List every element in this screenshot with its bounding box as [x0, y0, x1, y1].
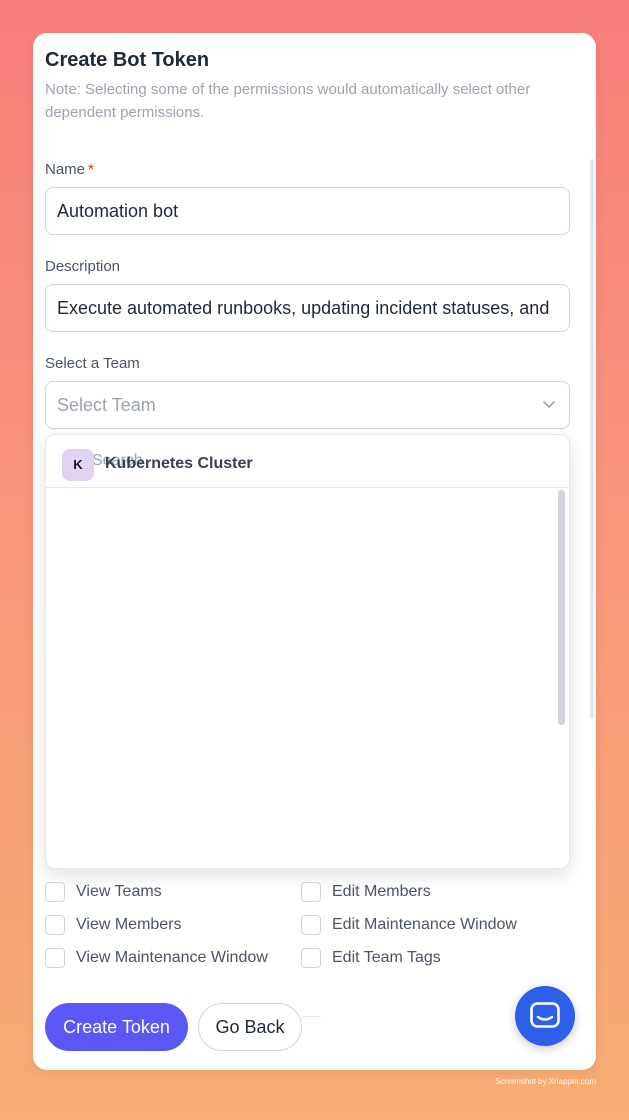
- permission-checkbox[interactable]: [301, 915, 321, 935]
- permission-checkbox[interactable]: [45, 948, 65, 968]
- dropdown-scrollbar[interactable]: [558, 490, 565, 725]
- permission-label: View Maintenance Window: [76, 949, 268, 966]
- chat-button[interactable]: [515, 986, 575, 1046]
- name-label: Name *: [45, 161, 94, 178]
- description-input[interactable]: Execute automated runbooks, updating inc…: [45, 284, 570, 332]
- name-input[interactable]: Automation bot: [45, 187, 570, 235]
- permission-checkbox[interactable]: [45, 882, 65, 902]
- team-option[interactable]: K Kubernetes Cluster: [51, 441, 553, 489]
- dialog-note: Note: Selecting some of the permissions …: [45, 81, 531, 121]
- permission-label: View Members: [76, 916, 182, 933]
- permission-label: Edit Maintenance Window: [332, 916, 517, 933]
- dialog-title: Create Bot Token: [45, 49, 210, 71]
- permission-checkbox[interactable]: [301, 948, 321, 968]
- team-option[interactable]: IInfrastructure Team: [51, 434, 553, 435]
- dialog-scrollbar[interactable]: [590, 159, 594, 719]
- watermark: Screenshot by Xnapper.com: [495, 1077, 596, 1086]
- checkbox-partial: [301, 1016, 321, 1019]
- permission-checkbox[interactable]: [45, 915, 65, 935]
- permission-label: Edit Team Tags: [332, 949, 441, 966]
- description-label: Description: [45, 258, 121, 275]
- team-label: Select a Team: [45, 355, 140, 372]
- go-back-button[interactable]: Go Back: [198, 1003, 302, 1051]
- create-token-button[interactable]: Create Token: [45, 1003, 188, 1051]
- permission-checkbox[interactable]: [301, 882, 321, 902]
- team-avatar: K: [62, 449, 94, 481]
- team-select[interactable]: Select Team: [45, 381, 570, 429]
- permission-label: Edit Members: [332, 883, 431, 900]
- team-select-placeholder: Select Team: [57, 395, 156, 415]
- create-bot-token-dialog: Create Bot Token Note: Selecting some of…: [33, 33, 596, 1070]
- required-marker: *: [88, 161, 94, 178]
- team-dropdown: Search ?NoneAAPI TeamBBackend TeamCCusto…: [45, 434, 570, 869]
- permission-label: View Teams: [76, 883, 162, 900]
- chat-icon: [530, 1002, 560, 1028]
- team-option-label: Kubernetes Cluster: [105, 455, 253, 472]
- chevron-down-icon: [543, 401, 555, 408]
